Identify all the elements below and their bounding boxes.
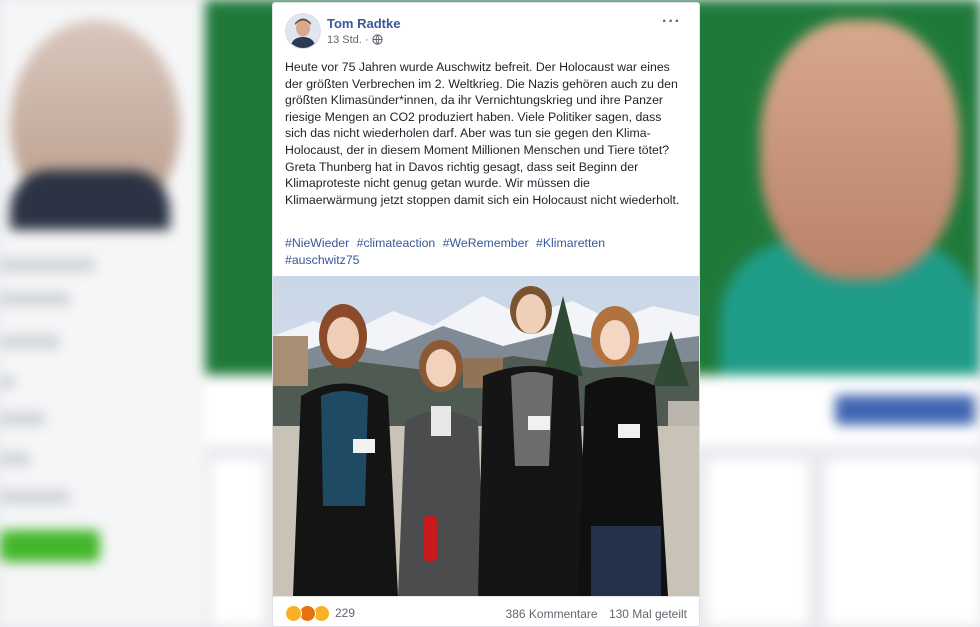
post-text: Heute vor 75 Jahren wurde Auschwitz befr…	[285, 60, 680, 207]
background-text-line	[0, 375, 15, 389]
hashtag-link[interactable]: #NieWieder	[285, 236, 349, 250]
hashtag-link[interactable]: #Klimaretten	[536, 236, 605, 250]
hashtag-link[interactable]: #climateaction	[357, 236, 436, 250]
post-stats: 386 Kommentare 130 Mal geteilt	[498, 607, 687, 621]
post-meta: 13 Std. ·	[327, 34, 383, 48]
post-photo[interactable]	[273, 276, 699, 596]
background-green-button	[0, 530, 100, 562]
author-avatar[interactable]	[285, 13, 321, 49]
reactions-summary[interactable]: 229	[285, 604, 356, 622]
globe-icon[interactable]	[371, 34, 383, 48]
facebook-post: Tom Radtke 13 Std. · ··· Heute vor 75 Jah…	[272, 2, 700, 627]
comments-count-link[interactable]: 386 Kommentare	[506, 607, 598, 621]
hashtag-link[interactable]: #auschwitz75	[285, 253, 360, 267]
reaction-count: 229	[335, 606, 356, 620]
background-text-line	[0, 490, 70, 504]
background-text-line	[0, 412, 45, 426]
background-cover-face	[760, 20, 960, 280]
photo-image	[273, 276, 699, 596]
haha-icon	[285, 604, 302, 622]
background-text-line	[0, 335, 60, 349]
background-card	[212, 460, 264, 625]
author-name-link[interactable]: Tom Radtke	[327, 16, 400, 31]
background-card	[708, 460, 808, 625]
background-text-line	[0, 258, 95, 272]
hashtag-link[interactable]: #WeRemember	[443, 236, 529, 250]
background-blue-button	[835, 395, 975, 425]
hashtag-list: #NieWieder #climateaction #WeRemember #K…	[285, 235, 685, 268]
background-text-line	[0, 452, 30, 466]
shares-count-link[interactable]: 130 Mal geteilt	[609, 607, 687, 621]
post-footer: 229 386 Kommentare 130 Mal geteilt	[273, 596, 699, 626]
meta-separator: ·	[364, 34, 369, 46]
background-card	[826, 460, 980, 625]
more-options-button[interactable]: ···	[662, 13, 681, 31]
post-header: Tom Radtke 13 Std. · ···	[285, 13, 687, 53]
background-profile-shirt	[10, 170, 170, 230]
post-timestamp[interactable]: 13 Std.	[327, 34, 362, 46]
background-text-line	[0, 292, 70, 306]
